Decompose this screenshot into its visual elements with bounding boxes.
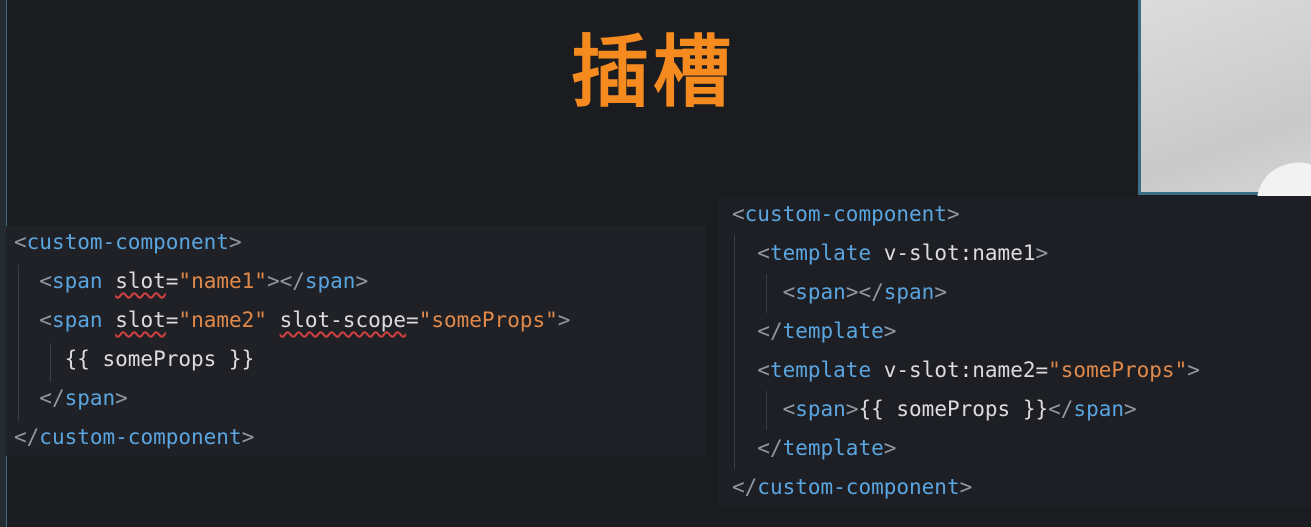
punctuation: < — [39, 269, 52, 293]
punctuation: > — [845, 397, 859, 421]
punctuation: </ — [757, 319, 783, 343]
string-value: "someProps" — [1048, 358, 1188, 382]
string-value: "someProps" — [418, 308, 558, 332]
punctuation: < — [14, 230, 27, 254]
code-line: <span></span> — [732, 273, 947, 312]
webcam-overlay — [1138, 0, 1311, 214]
tag-name: span — [883, 280, 935, 304]
punctuation: < — [39, 308, 52, 332]
punctuation: </ — [757, 436, 783, 460]
attribute: slot — [115, 308, 166, 332]
punctuation: > — [228, 230, 242, 254]
attribute: slot-scope — [279, 308, 407, 332]
code-line: <custom-component> — [14, 223, 242, 262]
tag-name: span — [304, 269, 356, 293]
punctuation: > — [959, 475, 973, 499]
code-line: </span> — [14, 379, 128, 418]
attribute: slot — [115, 269, 166, 293]
punctuation: > — [1035, 241, 1049, 265]
punctuation: < — [757, 358, 770, 382]
tag-name: span — [795, 280, 846, 304]
punctuation: > — [115, 386, 128, 410]
punctuation: </ — [732, 475, 758, 499]
punctuation: > — [946, 202, 960, 226]
attribute: v-slot:name1 — [883, 241, 1036, 265]
tag-name: template — [769, 241, 872, 265]
code-line: <template v-slot:name1> — [732, 234, 1048, 273]
code-line: {{ someProps }} — [14, 340, 255, 379]
punctuation: ></ — [266, 269, 305, 293]
punctuation: > — [934, 280, 947, 304]
code-line: </custom-component> — [732, 468, 972, 507]
punctuation: < — [782, 280, 796, 304]
tag-name: custom-component — [744, 202, 947, 226]
punctuation: < — [732, 202, 745, 226]
attribute: = — [1035, 358, 1049, 382]
code-text: {{ someProps }} — [858, 397, 1049, 421]
vue26-slot-code-block: <custom-component> <template v-slot:name… — [718, 196, 1311, 506]
slide-title: 插槽 — [570, 28, 735, 118]
tag-name: span — [1073, 397, 1124, 421]
punctuation: > — [241, 425, 255, 449]
tag-name: span — [795, 397, 846, 421]
punctuation: > — [355, 269, 369, 293]
punctuation: > — [1187, 358, 1200, 382]
code-line: <span slot="name2" slot-scope="someProps… — [14, 301, 570, 340]
punctuation: > — [1124, 397, 1137, 421]
punctuation: ></ — [845, 280, 884, 304]
string-value: "name2" — [178, 308, 267, 332]
tag-name: template — [782, 436, 884, 460]
tag-name: custom-component — [39, 425, 242, 449]
tag-name: custom-component — [757, 475, 960, 499]
code-text: {{ someProps }} — [14, 347, 255, 371]
attribute: = — [406, 308, 419, 332]
code-line: </template> — [732, 312, 896, 351]
code-line: </template> — [732, 429, 896, 468]
tag-name: template — [769, 358, 872, 382]
punctuation: > — [883, 436, 897, 460]
attribute: = — [165, 269, 179, 293]
punctuation: > — [557, 308, 571, 332]
punctuation: </ — [1048, 397, 1074, 421]
punctuation: < — [757, 241, 770, 265]
tag-name: span — [64, 386, 116, 410]
punctuation: < — [782, 397, 796, 421]
tag-name: template — [782, 319, 884, 343]
code-line: <custom-component> — [732, 195, 960, 234]
code-line: <span slot="name1"></span> — [14, 262, 368, 301]
tag-name: span — [51, 308, 103, 332]
tag-name: custom-component — [26, 230, 229, 254]
attribute: v-slot:name2 — [883, 358, 1036, 382]
punctuation: </ — [39, 386, 65, 410]
attribute: = — [165, 308, 179, 332]
string-value: "name1" — [178, 269, 267, 293]
code-line: <span>{{ someProps }}</span> — [732, 390, 1137, 429]
punctuation: > — [883, 319, 897, 343]
code-line: <template v-slot:name2="someProps"> — [732, 351, 1200, 390]
vue2-slot-code-block: <custom-component> <span slot="name1"></… — [6, 226, 706, 456]
punctuation: </ — [14, 425, 40, 449]
code-line: </custom-component> — [14, 418, 254, 457]
tag-name: span — [51, 269, 103, 293]
